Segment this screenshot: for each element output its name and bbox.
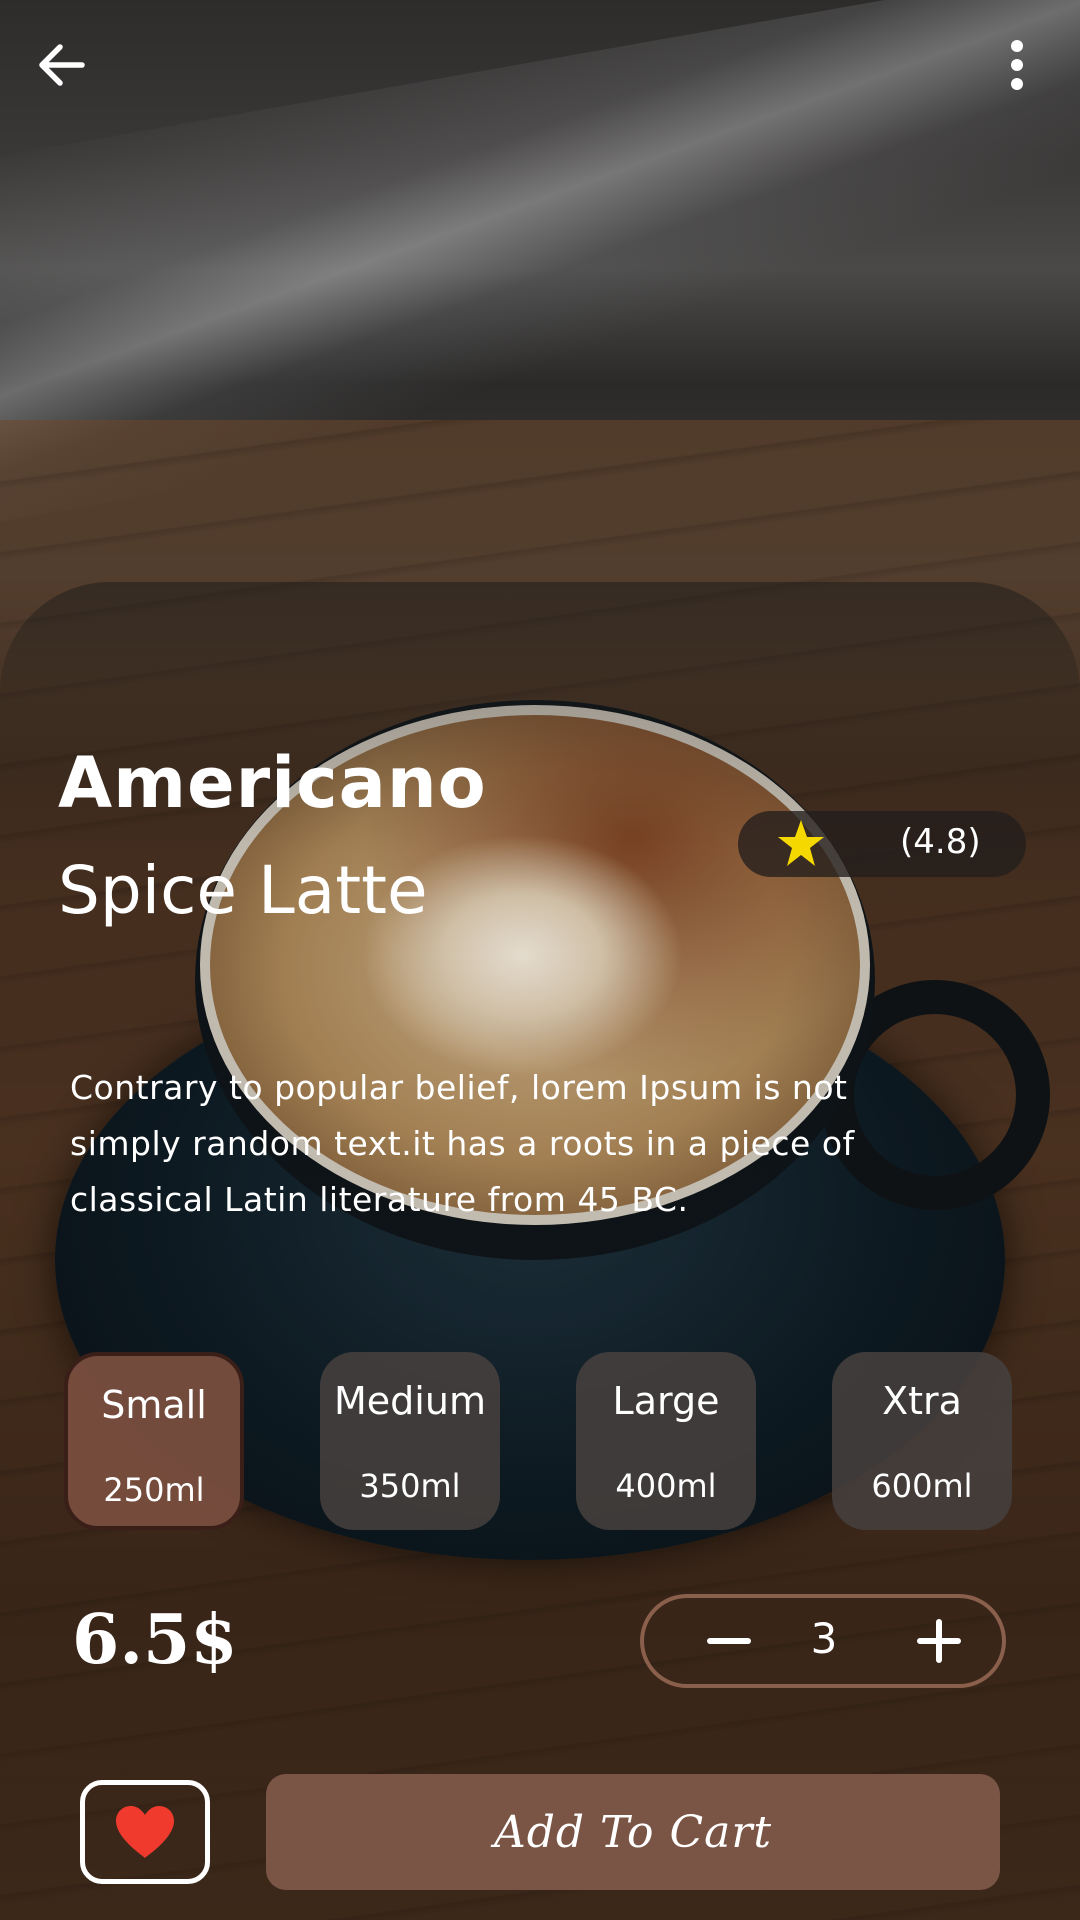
size-volume: 350ml xyxy=(359,1467,461,1505)
product-detail-screen: Americano Spice Latte (4.8) Contrary to … xyxy=(0,0,1080,1920)
more-options-button[interactable] xyxy=(982,30,1052,100)
size-name: Small xyxy=(101,1383,207,1427)
increase-quantity-button[interactable] xyxy=(894,1598,984,1684)
more-vertical-icon xyxy=(1011,40,1023,90)
size-option-medium[interactable]: Medium 350ml xyxy=(320,1352,500,1530)
plus-icon xyxy=(917,1619,961,1663)
size-volume: 600ml xyxy=(871,1467,973,1505)
quantity-stepper: 3 xyxy=(640,1594,1006,1688)
arrow-left-icon xyxy=(39,44,85,86)
size-volume: 400ml xyxy=(615,1467,717,1505)
size-option-small[interactable]: Small 250ml xyxy=(64,1352,244,1530)
rating-value: (4.8) xyxy=(900,822,981,862)
product-name: Americano xyxy=(58,742,487,824)
quantity-value: 3 xyxy=(810,1614,838,1663)
product-description: Contrary to popular belief, lorem Ipsum … xyxy=(70,1068,855,1219)
size-volume: 250ml xyxy=(103,1471,205,1509)
size-name: Xtra xyxy=(882,1379,962,1423)
add-to-cart-button[interactable]: Add To Cart xyxy=(266,1774,1000,1890)
product-variant: Spice Latte xyxy=(58,852,428,929)
favorite-button[interactable] xyxy=(80,1780,210,1884)
star-icon xyxy=(778,820,824,866)
minus-icon xyxy=(707,1638,751,1644)
decrease-quantity-button[interactable] xyxy=(684,1598,774,1684)
back-button[interactable] xyxy=(26,30,96,100)
size-option-xtra[interactable]: Xtra 600ml xyxy=(832,1352,1012,1530)
size-option-large[interactable]: Large 400ml xyxy=(576,1352,756,1530)
size-name: Large xyxy=(612,1379,720,1423)
product-price: 6.5$ xyxy=(72,1600,238,1680)
size-name: Medium xyxy=(334,1379,486,1423)
heart-icon xyxy=(116,1806,174,1858)
